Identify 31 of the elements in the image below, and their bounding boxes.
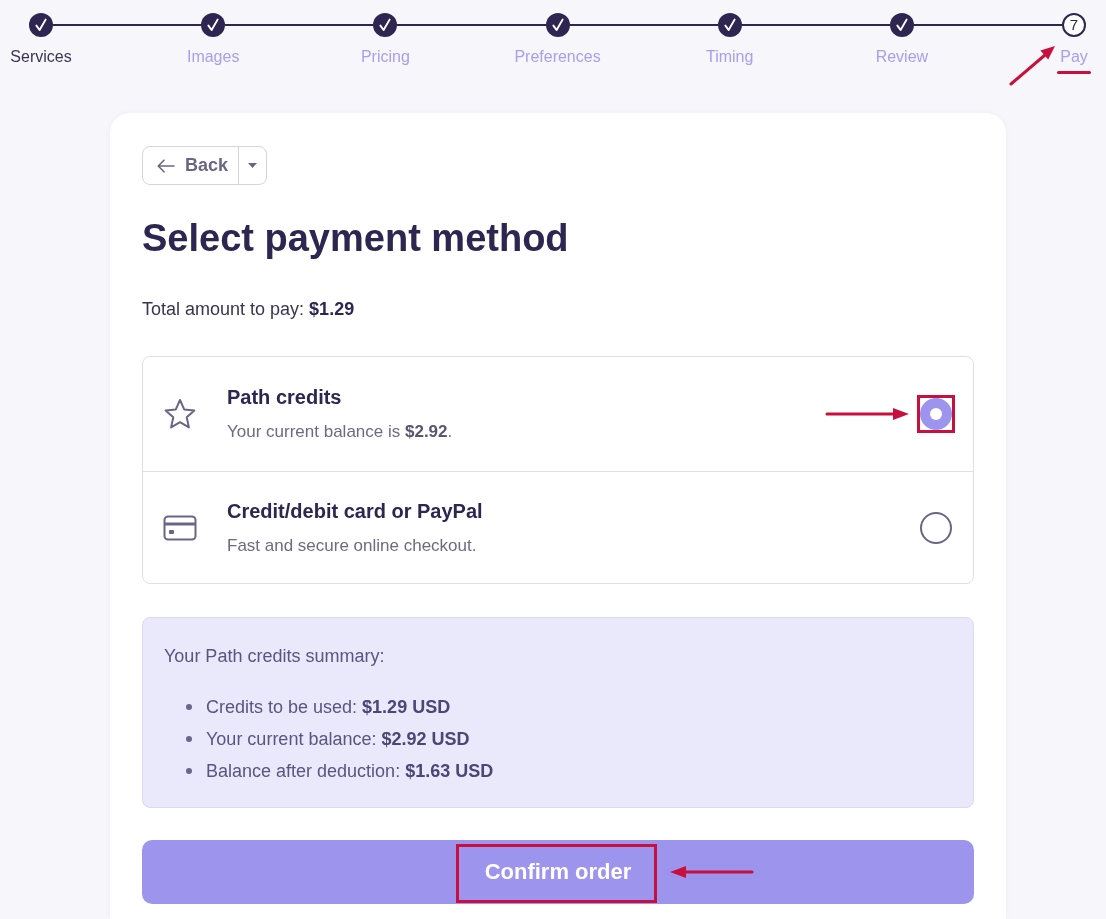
- confirm-order-button[interactable]: Confirm order: [142, 840, 974, 904]
- option-description: Your current balance is $2.92.: [227, 421, 454, 443]
- radio-button[interactable]: [920, 511, 952, 544]
- bullet-icon: [186, 704, 192, 710]
- payment-option[interactable]: Path credits Your current balance is $2.92.: [143, 357, 973, 471]
- summary-item: Your current balance: $2.92 USD: [206, 728, 470, 751]
- bullet-icon: [186, 768, 192, 774]
- step-label[interactable]: Preferences: [514, 47, 601, 67]
- step-label[interactable]: Pay: [1060, 47, 1088, 67]
- credit-card-icon: [163, 514, 197, 541]
- annotation-arrow: [1008, 44, 1058, 87]
- summary-item: Credits to be used: $1.29 USD: [206, 696, 451, 719]
- step-label[interactable]: Pricing: [360, 47, 410, 67]
- option-title: Path credits: [227, 385, 343, 410]
- summary-heading: Your Path credits summary:: [164, 645, 386, 668]
- total-amount: Total amount to pay: $1.29: [142, 298, 356, 321]
- step-number: 7: [1062, 13, 1087, 37]
- star-icon: [163, 398, 197, 430]
- payment-option[interactable]: Credit/debit card or PayPal Fast and secure online checkout.: [143, 471, 973, 583]
- caret-icon: [248, 163, 258, 168]
- step-label: Services: [10, 47, 72, 67]
- summary-item: Balance after deduction: $1.63 USD: [206, 760, 494, 783]
- arrow-left-icon: [157, 158, 175, 173]
- step-label[interactable]: Timing: [706, 47, 754, 67]
- option-title: Credit/debit card or PayPal: [227, 498, 484, 524]
- page-title: Select payment method: [142, 216, 570, 260]
- option-description: Fast and secure online checkout.: [227, 534, 478, 557]
- step-label[interactable]: Images: [186, 47, 240, 67]
- bullet-icon: [186, 736, 192, 742]
- back-button[interactable]: Back: [143, 147, 240, 184]
- step-label[interactable]: Review: [875, 47, 929, 67]
